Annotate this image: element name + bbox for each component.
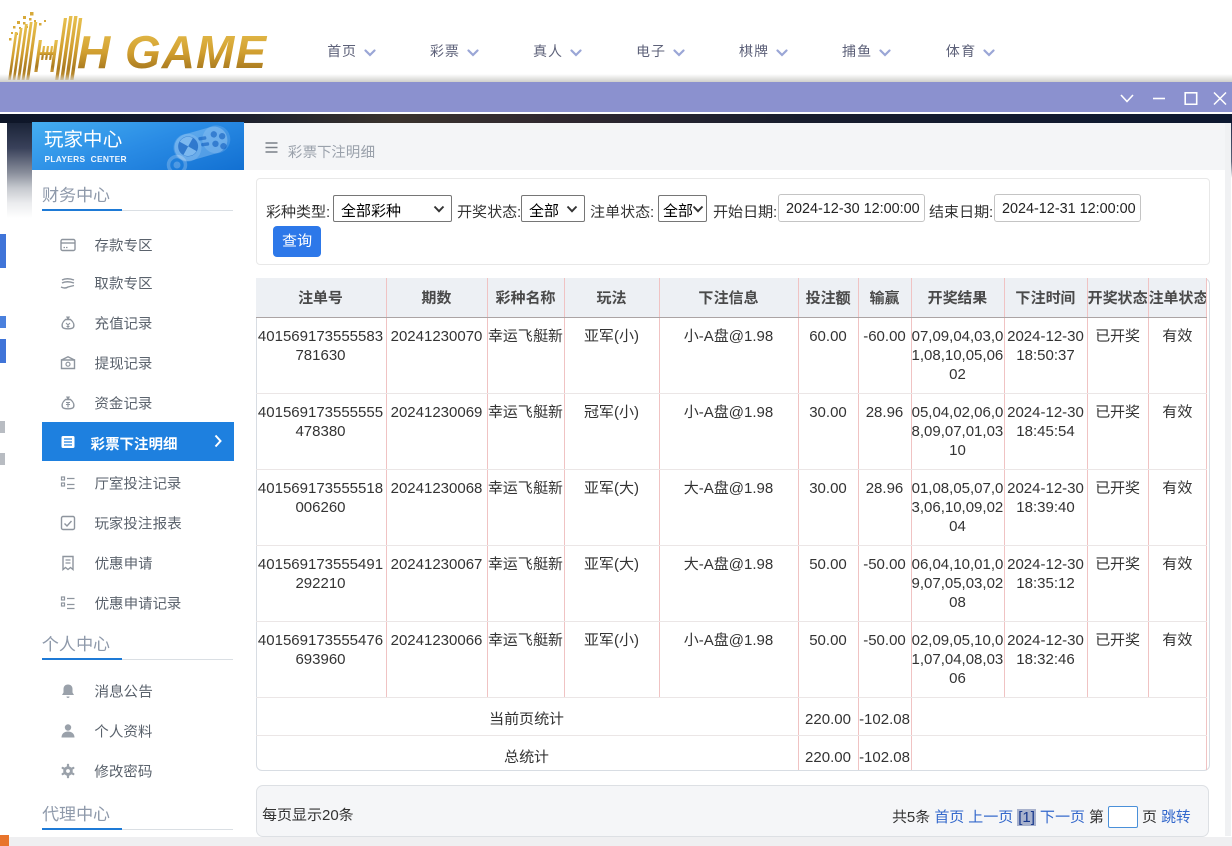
- svg-text:H GAME: H GAME: [77, 26, 267, 78]
